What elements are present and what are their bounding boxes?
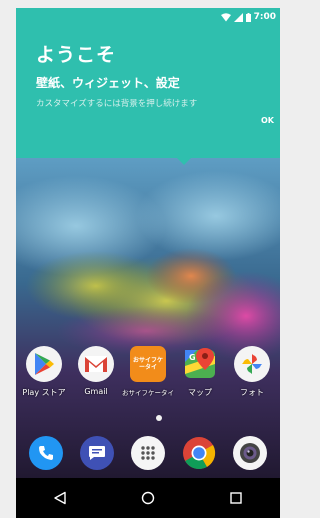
chrome-icon[interactable]	[182, 436, 216, 470]
app-row: Play ストア Gmail おサイフケータイ おサイフケータイ G マップ フ…	[16, 346, 280, 398]
recents-icon	[230, 492, 242, 504]
app-osaifu-keitai[interactable]: おサイフケータイ おサイフケータイ	[122, 346, 174, 398]
battery-icon	[245, 12, 251, 22]
ok-button[interactable]: OK	[259, 112, 276, 129]
photos-icon	[234, 346, 270, 382]
osaifu-keitai-icon: おサイフケータイ	[130, 346, 166, 382]
status-bar: 7:00	[16, 8, 280, 26]
back-button[interactable]	[40, 483, 80, 513]
app-gmail[interactable]: Gmail	[72, 346, 120, 398]
home-icon	[141, 491, 155, 505]
welcome-title: ようこそ	[36, 44, 117, 66]
back-icon	[54, 491, 66, 505]
phone-screen: 7:00 ようこそ 壁紙、ウィジェット、設定 カスタマイズするには背景を押し続け…	[16, 8, 280, 518]
maps-icon: G	[182, 346, 218, 382]
app-maps[interactable]: G マップ	[176, 346, 224, 398]
welcome-pointer	[176, 157, 192, 165]
welcome-hint: カスタマイズするには背景を押し続けます	[36, 99, 198, 109]
play-store-icon	[26, 346, 62, 382]
app-label: おサイフケータイ	[122, 389, 174, 397]
messages-icon[interactable]	[79, 436, 114, 470]
app-photos[interactable]: フォト	[228, 346, 276, 398]
svg-text:G: G	[189, 353, 196, 362]
phone-icon[interactable]	[28, 436, 63, 470]
navigation-bar	[16, 478, 280, 518]
gmail-icon	[78, 346, 114, 382]
status-time: 7:00	[253, 12, 276, 22]
app-label: Gmail	[84, 387, 108, 396]
welcome-subtitle: 壁紙、ウィジェット、設定	[36, 76, 180, 90]
app-drawer-icon[interactable]	[130, 436, 165, 470]
app-label: Play ストア	[22, 388, 66, 397]
recents-button[interactable]	[216, 483, 256, 513]
page-indicator-dot	[156, 415, 162, 421]
dock	[16, 436, 280, 470]
osaifu-icon-text: おサイフケータイ	[133, 357, 164, 371]
welcome-card: 7:00 ようこそ 壁紙、ウィジェット、設定 カスタマイズするには背景を押し続け…	[16, 8, 280, 158]
app-label: フォト	[240, 388, 264, 397]
wifi-icon	[220, 12, 231, 21]
app-label: マップ	[188, 388, 212, 397]
camera-icon[interactable]	[233, 436, 268, 470]
signal-icon	[233, 12, 243, 22]
app-play-store[interactable]: Play ストア	[20, 346, 68, 398]
home-button[interactable]	[128, 483, 168, 513]
